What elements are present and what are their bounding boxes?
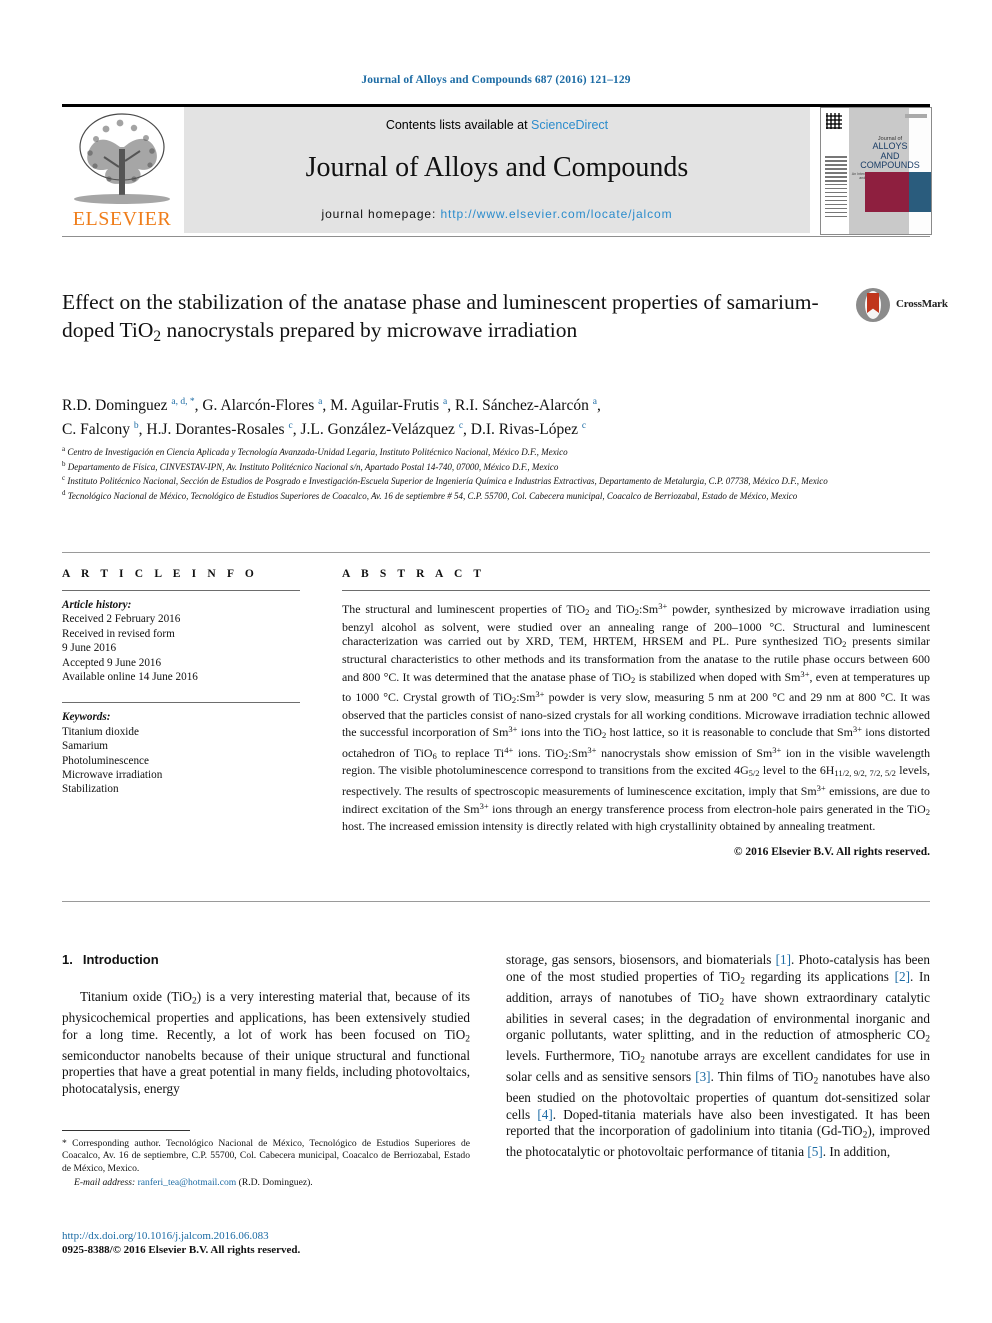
body-column-left: 1. Introduction Titanium oxide (TiO2) is …	[62, 952, 470, 1097]
journal-homepage-line: journal homepage: http://www.elsevier.co…	[184, 207, 810, 221]
elsevier-logo: ELSEVIER	[62, 107, 182, 233]
elsevier-wordmark: ELSEVIER	[72, 208, 172, 230]
keywords-label: Keywords:	[62, 711, 111, 724]
email-owner: (R.D. Dominguez).	[238, 1177, 313, 1189]
section-heading-introduction: 1. Introduction	[62, 952, 470, 967]
affiliation-marker: a	[62, 445, 66, 453]
keyword-item: Stabilization	[62, 783, 119, 796]
cover-barcode-icon	[826, 113, 842, 129]
page-title: Effect on the stabilization of the anata…	[62, 290, 819, 345]
cover-line-3: AND COMPOUNDS	[860, 150, 920, 170]
email-line: E-mail address: ranferi_tea@hotmail.com …	[62, 1177, 470, 1189]
affiliation-item: a Centro de Investigación en Ciencia Apl…	[62, 444, 932, 459]
journal-masthead: ELSEVIER Contents lists available at Sci…	[62, 107, 932, 235]
sciencedirect-link[interactable]: ScienceDirect	[531, 118, 608, 132]
affiliation-text: Instituto Politécnico Nacional, Sección …	[67, 476, 828, 487]
affiliation-marker: d	[62, 488, 66, 497]
corresponding-author-footnote: * Corresponding author. Tecnológico Naci…	[62, 1138, 470, 1190]
affiliation-item: c Instituto Politécnico Nacional, Secció…	[62, 473, 932, 488]
affiliation-list: a Centro de Investigación en Ciencia Apl…	[62, 444, 932, 502]
affiliation-marker: c	[62, 474, 66, 483]
affiliation-marker: b	[62, 459, 66, 468]
running-head: Journal of Alloys and Compounds 687 (201…	[361, 74, 631, 86]
keyword-item: Samarium	[62, 740, 108, 753]
keyword-item: Photoluminescence	[62, 754, 149, 767]
history-item: Received 2 February 2016	[62, 613, 181, 626]
article-info-heading: A R T I C L E I N F O	[62, 568, 258, 580]
journal-title: Journal of Alloys and Compounds	[305, 152, 689, 183]
abstract-column: A B S T R A C T The structural and lumin…	[342, 568, 930, 858]
crossmark-label: CrossMark	[896, 298, 948, 310]
masthead-bottom-rule	[62, 236, 930, 237]
history-item: Available online 14 June 2016	[62, 671, 198, 684]
abstract-heading: A B S T R A C T	[342, 568, 486, 580]
article-history-block: Article history: Received 2 February 201…	[62, 598, 312, 684]
homepage-prefix: journal homepage:	[321, 207, 441, 221]
section-title: Introduction	[82, 952, 159, 967]
doi-block: http://dx.doi.org/10.1016/j.jalcom.2016.…	[62, 1229, 492, 1258]
homepage-url[interactable]: http://www.elsevier.com/locate/jalcom	[440, 207, 672, 221]
history-item: Received in revised form	[62, 627, 175, 640]
keyword-item: Microwave irradiation	[62, 769, 163, 782]
article-page: Journal of Alloys and Compounds 687 (201…	[0, 0, 992, 1323]
email-label: E-mail address:	[74, 1177, 136, 1189]
abstract-copyright: © 2016 Elsevier B.V. All rights reserved…	[733, 845, 930, 858]
affiliation-item: b Departamento de Física, CINVESTAV-IPN,…	[62, 459, 932, 474]
history-item: 9 June 2016	[62, 642, 117, 655]
author-list: R.D. Dominguez a, d, *, G. Alarcón-Flore…	[62, 397, 601, 439]
article-info-column: A R T I C L E I N F O Article history: R…	[62, 568, 312, 797]
intro-paragraph-right: storage, gas sensors, biosensors, and bi…	[506, 952, 930, 1160]
affiliation-item: d Tecnológico Nacional de México, Tecnol…	[62, 488, 932, 503]
cover-text-lines	[825, 156, 847, 220]
crossmark-badge[interactable]: CrossMark	[856, 288, 948, 328]
abstract-rule	[342, 590, 930, 591]
history-item: Accepted 9 June 2016	[62, 656, 162, 669]
info-section-bottom-rule	[62, 901, 930, 902]
keyword-item: Titanium dioxide	[62, 725, 139, 738]
contents-prefix: Contents lists available at	[385, 118, 532, 132]
abstract-body: The structural and luminescent propertie…	[342, 601, 931, 834]
affiliation-text: Centro de Investigación en Ciencia Aplic…	[67, 447, 568, 457]
keywords-block: Keywords: Titanium dioxide Samarium Phot…	[62, 710, 312, 796]
affiliation-text: Tecnológico Nacional de México, Tecnológ…	[67, 490, 798, 501]
journal-cover-thumbnail: Journal of ALLOYS AND COMPOUNDS An Inter…	[820, 107, 932, 235]
elsevier-tree-icon	[74, 113, 170, 204]
masthead-band: Contents lists available at ScienceDirec…	[184, 107, 810, 233]
section-number: 1.	[62, 952, 73, 967]
body-column-right: storage, gas sensors, biosensors, and bi…	[506, 952, 930, 1161]
issn-copyright-line: 0925-8388/© 2016 Elsevier B.V. All right…	[62, 1244, 301, 1257]
info-section-top-rule	[62, 552, 930, 553]
doi-link[interactable]: http://dx.doi.org/10.1016/j.jalcom.2016.…	[62, 1229, 492, 1243]
intro-paragraph-left: Titanium oxide (TiO2) is a very interest…	[62, 989, 470, 1096]
article-history-label: Article history:	[62, 599, 132, 611]
article-info-rule	[62, 590, 300, 591]
email-link[interactable]: ranferi_tea@hotmail.com	[138, 1177, 237, 1188]
footnote-text: * Corresponding author. Tecnológico Naci…	[62, 1138, 470, 1174]
keywords-rule	[62, 702, 300, 704]
contents-lists-line: Contents lists available at ScienceDirec…	[184, 118, 810, 132]
footnote-rule	[62, 1130, 190, 1131]
affiliation-text: Departamento de Física, CINVESTAV-IPN, A…	[67, 461, 559, 472]
